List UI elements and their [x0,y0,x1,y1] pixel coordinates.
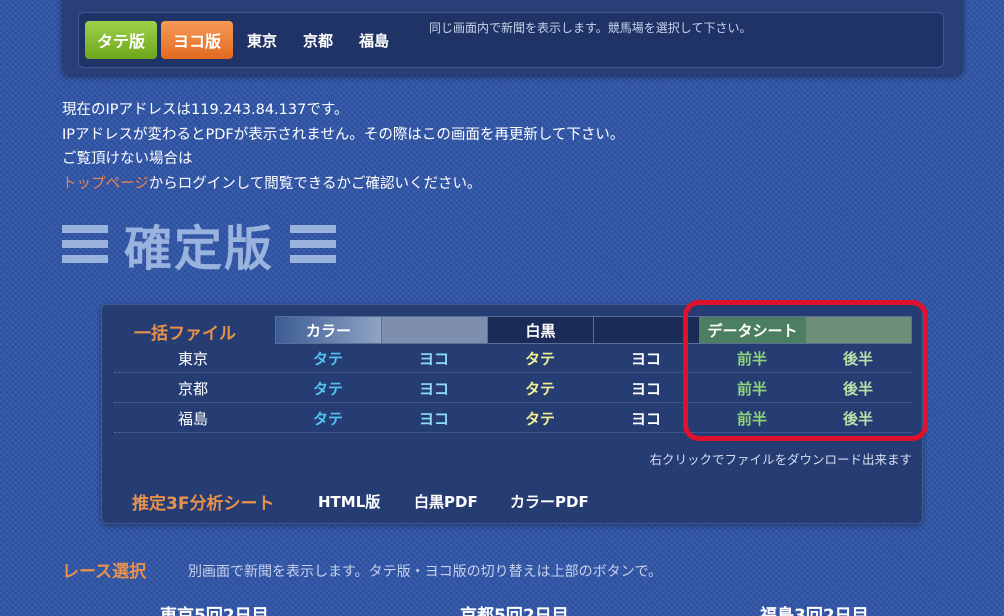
ip-change-warning: IPアドレスが変わるとPDFが表示されません。その際はこの画面を再更新して下さい… [62,126,625,143]
top-nav: タテ版 ヨコ版 東京 京都 福島 同じ画面内で新聞を表示します。競馬場を選択して… [78,12,944,68]
race-column-kyoto: 京都5回2日目 [460,606,569,616]
header-color-span [381,316,488,344]
header-color: カラー [275,316,382,344]
bulk-file-title: 一括ファイル [134,324,236,344]
color-tate-link[interactable]: タテ [275,343,381,373]
datasheet-highlight [683,300,928,441]
race-column-tokyo: 東京5回2日目 [160,606,269,616]
right-click-note: 右クリックでファイルをダウンロード出来ます [649,452,912,467]
track-link-fukushima[interactable]: 福島 [359,21,389,59]
track-name: 京都 [177,379,208,398]
top-page-link[interactable]: トップページ [62,176,149,192]
analysis-html-link[interactable]: HTML版 [318,491,380,512]
color-tate-link[interactable]: タテ [275,373,381,403]
section-heading: 確定版 [62,214,337,277]
color-tate-link[interactable]: タテ [275,403,381,433]
tate-version-button[interactable]: タテ版 [85,21,157,59]
page-title: 確定版 [124,221,275,277]
color-yoko-link[interactable]: ヨコ [381,373,487,403]
track-name: 東京 [177,349,208,368]
bw-tate-link[interactable]: タテ [487,343,593,373]
track-link-kyoto[interactable]: 京都 [303,21,333,59]
login-hint: トップページからログインして閲覧できるかご確認いください。 [62,172,624,197]
track-link-tokyo[interactable]: 東京 [247,21,277,59]
bw-tate-link[interactable]: タテ [487,403,593,433]
race-select-title: レース選択 [62,562,147,582]
ip-info: 現在のIPアドレスは119.243.84.137です。 IPアドレスが変わるとP… [62,98,624,196]
heading-bars-right-icon [290,225,337,263]
ip-address-text: 現在のIPアドレスは119.243.84.137です。 [62,102,349,118]
login-hint-text: からログインして閲覧できるかご確認いください。 [148,175,482,192]
color-yoko-link[interactable]: ヨコ [381,343,487,373]
track-name: 福島 [177,409,208,428]
analysis-bw-pdf-link[interactable]: 白黒PDF [414,491,478,512]
bw-tate-link[interactable]: タテ [487,373,593,403]
yoko-version-button[interactable]: ヨコ版 [161,21,233,59]
top-panel: タテ版 ヨコ版 東京 京都 福島 同じ画面内で新聞を表示します。競馬場を選択して… [62,0,963,75]
analysis-sheet-title: 推定3F分析シート [132,494,275,514]
race-column-fukushima: 福島3回2日目 [760,606,869,616]
cannot-view-text: ご覧頂けない場合は [62,151,193,167]
race-select-note: 別画面で新聞を表示します。タテ版・ヨコ版の切り替えは上部のボタンで。 [188,564,663,580]
heading-bars-left-icon [62,225,108,263]
header-bw: 白黒 [487,316,594,344]
color-yoko-link[interactable]: ヨコ [381,403,487,433]
top-nav-note: 同じ画面内で新聞を表示します。競馬場を選択して下さい。 [429,21,752,35]
analysis-color-pdf-link[interactable]: カラーPDF [510,491,589,512]
